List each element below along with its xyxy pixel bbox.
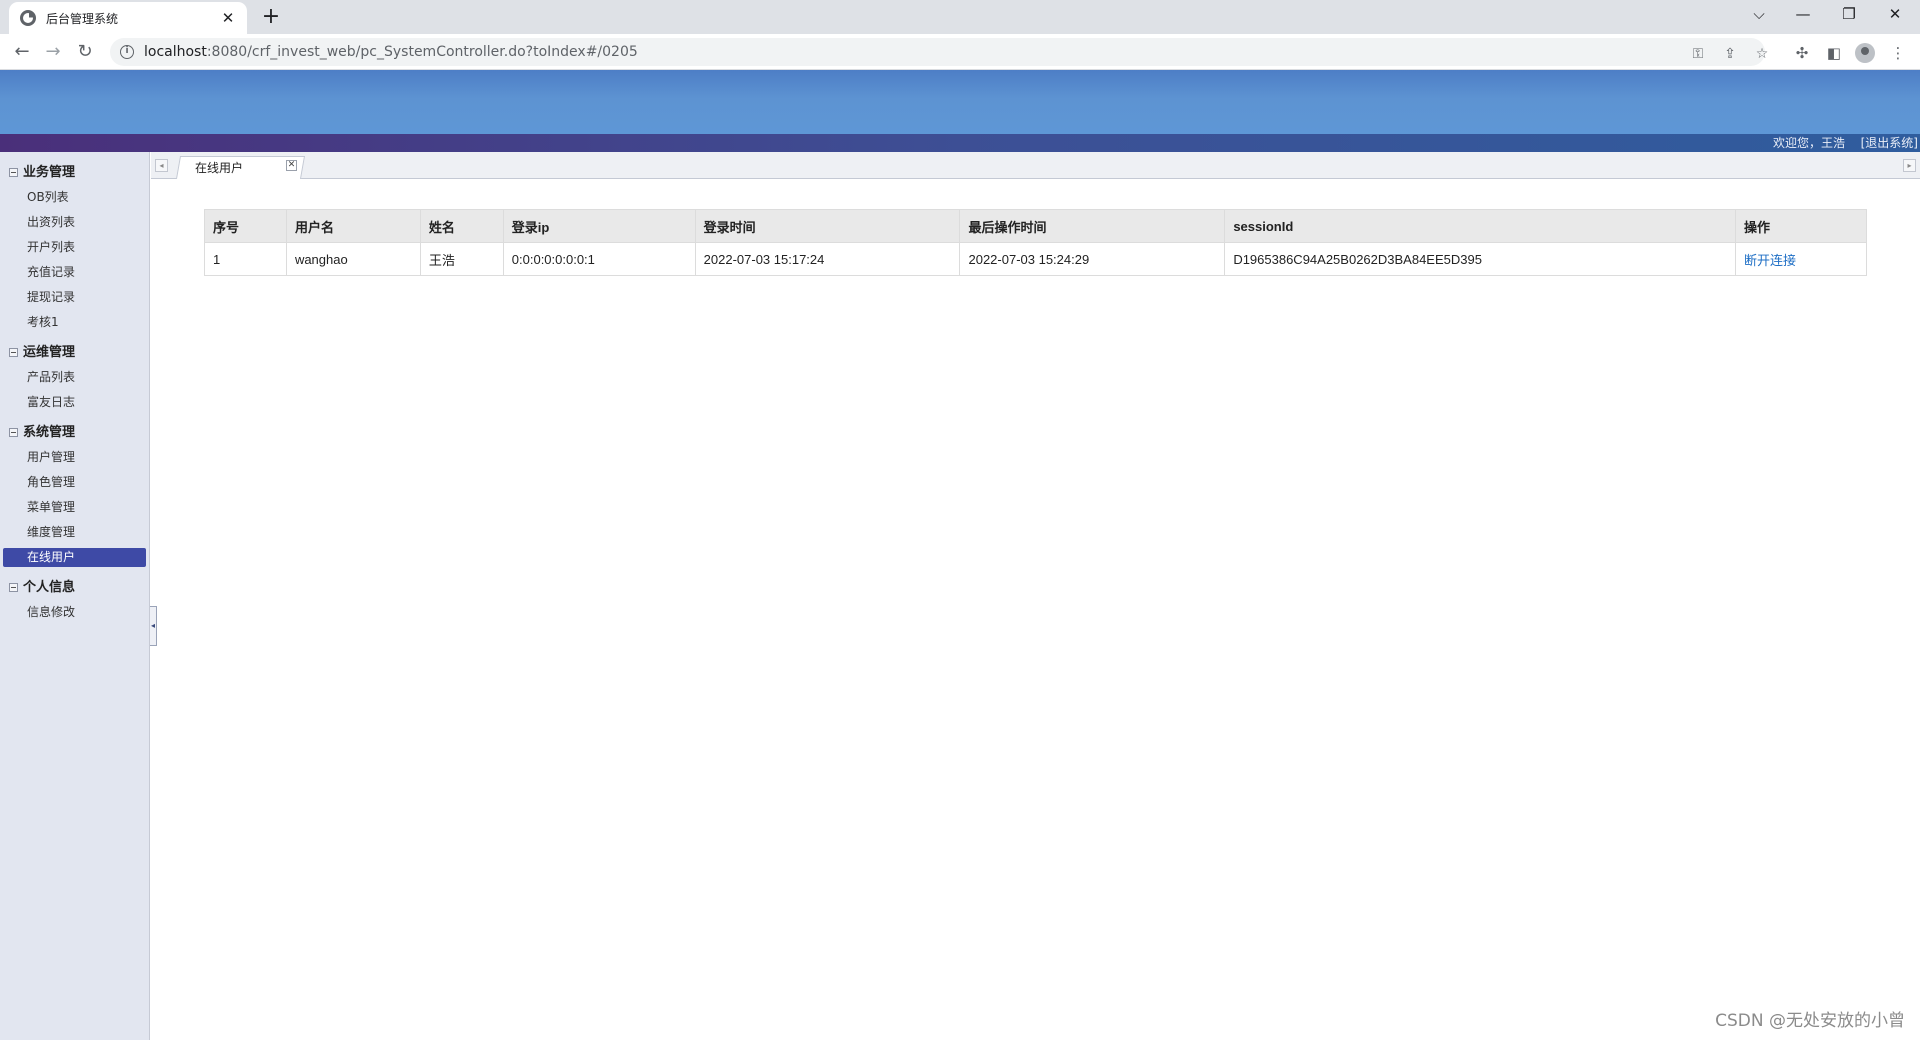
forward-arrow-icon[interactable]: → [40,39,66,65]
collapse-minus-icon[interactable] [9,428,18,437]
welcome-text: 欢迎您，王浩 [1772,136,1845,150]
new-tab-button[interactable]: + [258,5,284,31]
sidebar-item-edit-info[interactable]: 信息修改 [3,603,146,622]
tab-close-icon[interactable]: ✕ [286,160,297,171]
sidebar-menu: 业务管理 OB列表 出资列表 开户列表 充值记录 提现记录 考核1 运维管理 产… [0,152,150,1040]
sidebar-item-product-list[interactable]: 产品列表 [3,368,146,387]
column-header-index[interactable]: 序号 [204,209,287,243]
globe-icon [20,10,36,26]
address-bar[interactable]: i localhost:8080/crf_invest_web/pc_Syste… [110,38,1768,66]
url-path: :8080/crf_invest_web/pc_SystemController… [206,44,638,60]
sidebar-item-fuyou-log[interactable]: 富友日志 [3,393,146,412]
reload-icon[interactable]: ↻ [72,39,98,65]
restore-button[interactable]: ❐ [1826,0,1872,30]
tab-search-icon[interactable]: ⌵ [1736,0,1782,30]
sidebar-collapse-handle[interactable]: ◂ [150,606,157,646]
close-tab-icon[interactable]: ✕ [219,9,237,27]
disconnect-link[interactable]: 断开连接 [1735,242,1867,276]
column-header-login-ip[interactable]: 登录ip [503,209,696,243]
logout-link[interactable]: [退出系统] [1861,134,1918,152]
column-header-login-time[interactable]: 登录时间 [695,209,961,243]
sidebar-item-dimension-management[interactable]: 维度管理 [3,523,146,542]
cell-username: wanghao [286,242,421,276]
cell-index: 1 [204,242,287,276]
online-users-table: 序号 用户名 姓名 登录ip 登录时间 最后操作时间 sessionId 操作 … [204,209,1867,276]
menu-group-business: 业务管理 OB列表 出资列表 开户列表 充值记录 提现记录 考核1 [0,164,149,332]
table-header-row: 序号 用户名 姓名 登录ip 登录时间 最后操作时间 sessionId 操作 [204,209,1867,243]
extensions-icon[interactable]: ✣ [1791,42,1813,64]
column-header-action[interactable]: 操作 [1735,209,1867,243]
sidebar-item-role-management[interactable]: 角色管理 [3,473,146,492]
tab-scroll-left-icon[interactable]: ◂ [155,159,168,172]
back-arrow-icon[interactable]: ← [9,39,35,65]
column-header-name[interactable]: 姓名 [420,209,504,243]
sidebar-item-user-management[interactable]: 用户管理 [3,448,146,467]
info-icon[interactable]: i [120,45,134,59]
minimize-button[interactable]: — [1780,0,1826,30]
collapse-minus-icon[interactable] [9,168,18,177]
menu-group-ops: 运维管理 产品列表 富友日志 [0,344,149,412]
window-close-button[interactable]: ✕ [1872,0,1918,30]
table-row[interactable]: 1 wanghao 王浩 0:0:0:0:0:0:0:1 2022-07-03 … [204,242,1867,276]
browser-tab[interactable]: 后台管理系统 ✕ [9,2,247,34]
sidebar-item-funding-list[interactable]: 出资列表 [3,213,146,232]
collapse-minus-icon[interactable] [9,583,18,592]
menu-group-system: 系统管理 用户管理 角色管理 菜单管理 维度管理 在线用户 [0,424,149,567]
sidebar-item-account-list[interactable]: 开户列表 [3,238,146,257]
menu-group-title[interactable]: 业务管理 [0,164,149,182]
star-icon[interactable]: ☆ [1752,44,1772,64]
sidebar-item-recharge-records[interactable]: 充值记录 [3,263,146,282]
column-header-username[interactable]: 用户名 [286,209,421,243]
sidebar-item-menu-management[interactable]: 菜单管理 [3,498,146,517]
collapse-minus-icon[interactable] [9,348,18,357]
column-header-session-id[interactable]: sessionId [1224,209,1737,243]
url-host: localhost [144,44,207,60]
cell-last-op-time: 2022-07-03 15:24:29 [959,242,1226,276]
browser-tab-title: 后台管理系统 [46,11,119,26]
cell-session-id: D1965386C94A25B0262D3BA84EE5D395 [1224,242,1737,276]
browser-toolbar: ← → ↻ i localhost:8080/crf_invest_web/pc… [0,34,1920,70]
browser-tabstrip: 后台管理系统 ✕ + ⌵ — ❐ ✕ [0,0,1920,34]
tab-online-users-label[interactable]: 在线用户 [195,159,243,176]
cell-login-ip: 0:0:0:0:0:0:0:1 [503,242,696,276]
app-header-banner [0,70,1920,134]
menu-group-title[interactable]: 系统管理 [0,424,149,442]
cell-login-time: 2022-07-03 15:17:24 [695,242,961,276]
menu-kebab-icon[interactable]: ⋮ [1887,42,1909,64]
column-header-last-op-time[interactable]: 最后操作时间 [959,209,1226,243]
sidebar-item-ob-list[interactable]: OB列表 [3,188,146,207]
menu-group-personal: 个人信息 信息修改 [0,579,149,622]
url-text[interactable]: localhost:8080/crf_invest_web/pc_SystemC… [144,44,638,60]
content-tab-strip: ◂ 在线用户 ✕ ▸ [151,152,1920,179]
welcome-bar: 欢迎您，王浩 [退出系统] [0,134,1920,152]
menu-group-title[interactable]: 个人信息 [0,579,149,597]
key-icon[interactable]: ⚿ [1688,44,1708,64]
sidebar-item-assessment[interactable]: 考核1 [3,313,146,332]
csdn-watermark: CSDN @无处安放的小曾 [1715,1011,1905,1031]
cell-name: 王浩 [420,242,504,276]
share-icon[interactable]: ⇪ [1720,44,1740,64]
menu-group-title[interactable]: 运维管理 [0,344,149,362]
profile-avatar-icon[interactable] [1855,43,1875,63]
side-panel-icon[interactable]: ◧ [1823,42,1845,64]
sidebar-item-online-users[interactable]: 在线用户 [3,548,146,567]
tab-scroll-right-icon[interactable]: ▸ [1903,159,1916,172]
sidebar-item-withdraw-records[interactable]: 提现记录 [3,288,146,307]
